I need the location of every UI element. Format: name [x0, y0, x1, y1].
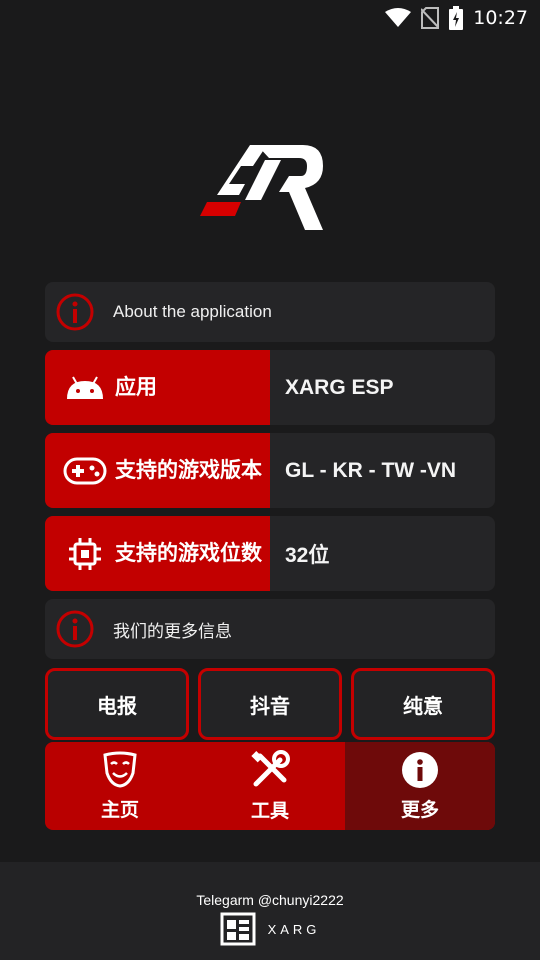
spec-key-game-version: 支持的游戏版本 [115, 458, 262, 482]
footer-brand-name: XARG [267, 921, 321, 937]
tab-home[interactable]: 主页 [45, 742, 195, 830]
about-application-row[interactable]: About the application [45, 282, 495, 342]
ar-logo [200, 145, 323, 230]
spec-key-game-bits: 支持的游戏位数 [115, 541, 262, 565]
info-circle-icon [56, 293, 94, 331]
chunyi-button[interactable]: 纯意 [351, 668, 495, 740]
battery-charging-icon [449, 6, 464, 30]
tab-more[interactable]: 更多 [345, 742, 495, 830]
tab-more-label: 更多 [400, 799, 439, 821]
spec-row-game-version: 支持的游戏版本 GL - KR - TW -VN [45, 433, 495, 508]
brand-logo-icon [220, 912, 256, 946]
tab-tools[interactable]: 工具 [195, 742, 345, 830]
tab-tools-label: 工具 [250, 800, 289, 822]
tab-home-label: 主页 [100, 799, 139, 821]
chip-icon [69, 537, 101, 570]
about-application-label: About the application [113, 302, 272, 321]
telegram-button[interactable]: 电报 [45, 668, 189, 740]
spec-value-app: XARG ESP [270, 350, 495, 425]
mask-icon [103, 751, 137, 788]
tools-icon [251, 749, 290, 786]
clock: 10:27 [473, 7, 528, 29]
douyin-button[interactable]: 抖音 [198, 668, 342, 740]
more-info-row[interactable]: 我们的更多信息 [45, 599, 495, 659]
spec-value-game-version: GL - KR - TW -VN [270, 433, 495, 508]
bottom-tab-bar: 主页 工具 更多 [45, 742, 495, 830]
footer-brand: XARG [220, 912, 321, 946]
footer: Telegarm @chunyi2222 XARG [0, 862, 540, 960]
footer-credit: Telegarm @chunyi2222 [196, 892, 344, 908]
gamepad-icon [63, 457, 107, 484]
spec-row-app: 应用 XARG ESP [45, 350, 495, 425]
spec-key-app: 应用 [115, 375, 157, 399]
wifi-icon [385, 8, 412, 27]
android-icon [67, 376, 103, 399]
no-sim-icon [421, 7, 440, 29]
info-circle-icon [56, 610, 94, 648]
more-info-label: 我们的更多信息 [113, 621, 232, 641]
spec-row-game-bits: 支持的游戏位数 32位 [45, 516, 495, 591]
info-icon [402, 751, 438, 788]
status-bar: 10:27 [0, 0, 540, 36]
spec-value-game-bits: 32位 [270, 516, 495, 591]
